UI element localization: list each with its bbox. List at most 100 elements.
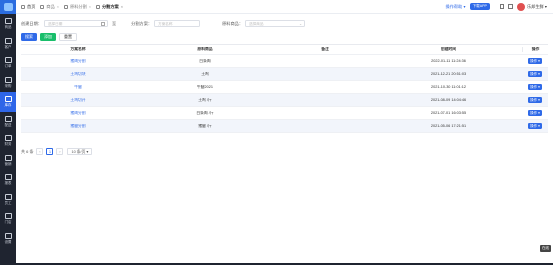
close-icon[interactable]: × [121, 5, 123, 9]
created-cell-text: 2021-08-09 14:04:46 [430, 98, 467, 102]
material-cell-text: 牛腿2021 [196, 84, 214, 89]
sidebar-item-label: 财务 [4, 142, 12, 147]
created-cell: 2021-07-01 16:03:55 [375, 111, 522, 115]
prev-page-button[interactable]: ‹ [36, 148, 44, 155]
operation-dropdown-button[interactable]: 操作 ▾ [527, 122, 543, 130]
operation-dropdown-button[interactable]: 操作 ▾ [527, 70, 543, 78]
sidebar-item-label: 订单 [4, 64, 12, 69]
created-cell: 2021-08-09 14:04:46 [375, 98, 522, 102]
sidebar-item-10[interactable]: 门店 [0, 209, 16, 229]
plan-name-cell: 猪肉分割 [21, 59, 135, 64]
goods-icon [4, 18, 12, 25]
operation-cell: 操作 ▾ [522, 70, 548, 78]
plan-name-cell-text[interactable]: 猪肉分割 [70, 111, 85, 115]
plan-name-cell-text[interactable]: 牛腿 [74, 85, 82, 89]
refresh-icon[interactable] [508, 4, 513, 9]
report-icon [4, 174, 12, 181]
material-cell: 土鸡 [135, 72, 275, 77]
operation-dropdown-button[interactable]: 操作 ▾ [527, 96, 543, 104]
next-page-button[interactable]: › [56, 148, 64, 155]
operation-dropdown-button[interactable]: 操作 ▾ [527, 57, 543, 65]
settings-icon [4, 232, 12, 239]
sidebar-item-0[interactable]: 商品 [0, 14, 16, 34]
add-button[interactable]: 添加 [40, 33, 56, 41]
material-cell-text: 白条肉 /斤 [196, 110, 214, 115]
tab-label: 原料分割 [70, 3, 87, 9]
sidebar-item-7[interactable]: 营销 [0, 151, 16, 171]
help-link[interactable]: 操作帮助 ▾ [446, 4, 466, 10]
sidebar-item-9[interactable]: 员工 [0, 190, 16, 210]
avatar[interactable] [516, 2, 525, 11]
download-app-button[interactable]: 下载APP [469, 3, 490, 10]
action-buttons: 搜索 添加 重置 [21, 33, 80, 41]
operation-cell: 操作 ▾ [522, 109, 548, 117]
online-tag[interactable]: 在线 [539, 245, 551, 252]
purchase-icon [4, 76, 12, 83]
reset-button[interactable]: 重置 [59, 33, 77, 41]
operation-cell: 操作 ▾ [522, 83, 548, 91]
operation-cell: 操作 ▾ [522, 96, 548, 104]
total-count: 共 6 条 [21, 148, 34, 154]
col-operation: 操作 [522, 47, 548, 52]
material-cell: 牛腿2021 [135, 85, 275, 90]
sidebar-item-5[interactable]: 配送 [0, 112, 16, 132]
plan-name-cell-text[interactable]: 土鸡切开 [70, 98, 85, 102]
app-logo[interactable] [0, 0, 16, 14]
delivery-icon [4, 115, 12, 122]
sidebar-item-label: 报表 [4, 181, 12, 186]
fullscreen-icon[interactable] [499, 4, 505, 9]
sidebar-item-label: 商品 [4, 25, 12, 30]
tab-0[interactable]: 首页 [21, 4, 35, 10]
material-label: 原料商品： [222, 20, 244, 26]
tab-icon [95, 4, 100, 9]
created-date-label: 创建日期： [21, 20, 42, 26]
created-cell: 2021-12-21 20:51:03 [375, 72, 522, 76]
plan-name-cell-text[interactable]: 土鸡切块 [70, 72, 85, 76]
material-cell-text: 白条肉 [199, 58, 211, 63]
table-row: 土鸡切块 土鸡 2021-12-21 20:51:03 操作 ▾ [21, 68, 548, 81]
sidebar-item-11[interactable]: 设置 [0, 229, 16, 249]
created-cell: 2021-05-06 17:21:51 [375, 124, 522, 128]
tab-label: 商品 [46, 3, 55, 9]
page-1-button[interactable]: 1 [46, 148, 54, 155]
tab-icon [40, 4, 45, 9]
marketing-icon [4, 154, 12, 161]
sidebar-item-6[interactable]: 财务 [0, 131, 16, 151]
tab-3[interactable]: 分割方案 × [95, 4, 123, 10]
operation-dropdown-button[interactable]: 操作 ▾ [527, 83, 543, 91]
plan-name-cell: 土鸡切开 [21, 98, 135, 103]
tab-2[interactable]: 原料分割 × [64, 4, 91, 10]
operation-cell: 操作 ▾ [522, 122, 548, 130]
finance-icon [4, 135, 12, 142]
sidebar-item-4[interactable]: 库存 [0, 92, 16, 112]
material-cell-text: 土鸡 /斤 [198, 97, 212, 102]
sidebar-item-1[interactable]: 客户 [0, 34, 16, 54]
plan-name-cell: 牛腿 [21, 85, 135, 90]
sidebar-item-8[interactable]: 报表 [0, 170, 16, 190]
created-cell-text: 2021-05-06 17:21:51 [430, 124, 467, 128]
plan-name-cell-text[interactable]: 猪腿分割 [70, 124, 85, 128]
user-menu[interactable]: 乐邦生鲜 ▾ [527, 4, 547, 10]
material-cell: 白条肉 [135, 59, 275, 64]
created-cell-text: 2021-10-30 11:01:12 [431, 85, 466, 89]
tab-1[interactable]: 商品 × [40, 4, 59, 10]
created-date-input[interactable]: 选择日期 [43, 20, 108, 27]
close-icon[interactable]: × [89, 5, 91, 9]
created-cell-text: 2022-01-11 11:24:36 [431, 59, 466, 63]
sidebar-item-3[interactable]: 采购 [0, 73, 16, 93]
stock-icon [4, 96, 12, 103]
sidebar-item-label: 营销 [4, 161, 12, 166]
operation-dropdown-button[interactable]: 操作 ▾ [527, 109, 543, 117]
table-row: 猪肉分割 白条肉 2022-01-11 11:24:36 操作 ▾ [21, 55, 548, 68]
search-button[interactable]: 搜索 [21, 33, 37, 41]
sidebar: 商品客户订单采购库存 配送财务营销报表员工门店设置 [0, 0, 16, 265]
sidebar-item-label: 采购 [4, 83, 12, 88]
sidebar-item-2[interactable]: 订单 [0, 53, 16, 73]
sidebar-item-label: 门店 [4, 220, 12, 225]
pagination: 共 6 条 ‹ 1 › 10 条/页 ▾ [21, 148, 93, 155]
close-icon[interactable]: × [57, 5, 59, 9]
plan-name-input[interactable]: 方案名称 [154, 20, 201, 27]
plan-name-cell-text[interactable]: 猪肉分割 [70, 59, 85, 63]
page-size-select[interactable]: 10 条/页 ▾ [67, 148, 93, 155]
material-select[interactable]: 选择商品 ⌄ [245, 20, 306, 27]
